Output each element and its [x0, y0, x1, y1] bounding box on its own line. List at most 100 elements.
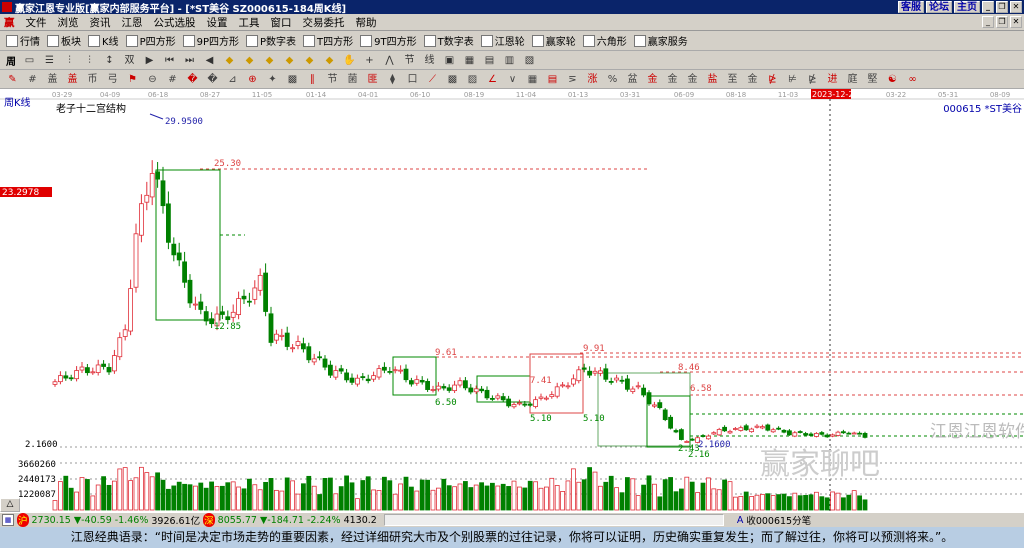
- drawing-tool-icon[interactable]: #: [26, 73, 39, 86]
- toolbar-button-5[interactable]: P数字表: [246, 33, 296, 48]
- drawing-tool-icon[interactable]: �: [206, 73, 219, 86]
- drawing-tool-icon[interactable]: ▤: [546, 73, 559, 86]
- drawing-tool-icon[interactable]: ▩: [446, 73, 459, 86]
- drawing-tool-icon[interactable]: 盖: [46, 73, 59, 86]
- drawing-tool-icon[interactable]: ⋭: [766, 73, 779, 86]
- status-scrollbar[interactable]: [383, 514, 724, 526]
- drawing-tool-icon[interactable]: ⊭: [786, 73, 799, 86]
- toolbar-button-7[interactable]: 9T四方形: [360, 33, 417, 48]
- drawing-tool-icon[interactable]: 币: [86, 73, 99, 86]
- toolbar-button-11[interactable]: 六角形: [582, 33, 627, 48]
- drawing-tool-icon[interactable]: ⚑: [126, 73, 139, 86]
- drawing-tool-icon[interactable]: 口: [406, 73, 419, 86]
- toolbar-button-12[interactable]: 赢家服务: [633, 33, 688, 48]
- chart-tool-icon[interactable]: ↕: [103, 54, 116, 67]
- toolbar-button-1[interactable]: 板块: [47, 33, 81, 48]
- chart-tool-icon[interactable]: ▧: [523, 54, 536, 67]
- menu-file[interactable]: 文件: [26, 15, 47, 30]
- drawing-tool-icon[interactable]: �: [186, 73, 199, 86]
- close-button[interactable]: ✕: [1010, 1, 1022, 13]
- drawing-tool-icon[interactable]: ▩: [286, 73, 299, 86]
- drawing-tool-icon[interactable]: ▨: [466, 73, 479, 86]
- drawing-tool-icon[interactable]: ⊿: [226, 73, 239, 86]
- chart-tool-icon[interactable]: ◆: [263, 54, 276, 67]
- chart-tool-icon[interactable]: ⋀: [383, 54, 396, 67]
- drawing-tool-icon[interactable]: ⋭: [806, 73, 819, 86]
- menu-formula[interactable]: 公式选股: [154, 15, 196, 30]
- restore-button[interactable]: ❐: [996, 1, 1008, 13]
- drawing-tool-icon[interactable]: %: [606, 73, 619, 86]
- drawing-tool-icon[interactable]: 盆: [626, 73, 639, 86]
- indicator-icon[interactable]: ☯: [886, 73, 899, 86]
- tick-link[interactable]: 收000615分笔: [746, 513, 811, 527]
- drawing-tool-icon[interactable]: 进: [826, 73, 839, 86]
- home-link[interactable]: 主页: [954, 1, 980, 13]
- drawing-tool-icon[interactable]: ⧫: [386, 73, 399, 86]
- period-select[interactable]: 周: [6, 53, 16, 68]
- menu-browse[interactable]: 浏览: [58, 15, 79, 30]
- indicator-icon[interactable]: ∞: [906, 73, 919, 86]
- drawing-tool-icon[interactable]: 金: [646, 73, 659, 86]
- toolbar-button-0[interactable]: 行情: [6, 33, 40, 48]
- menu-window[interactable]: 窗口: [271, 15, 292, 30]
- drawing-tool-icon[interactable]: #: [166, 73, 179, 86]
- toolbar-button-10[interactable]: 赢家轮: [531, 33, 576, 48]
- forum-link[interactable]: 论坛: [926, 1, 952, 13]
- menu-settings[interactable]: 设置: [207, 15, 228, 30]
- drawing-tool-icon[interactable]: 庭: [846, 73, 859, 86]
- chart-tool-icon[interactable]: ▶: [143, 54, 156, 67]
- chart-tool-icon[interactable]: ⫶: [83, 54, 96, 67]
- minimize-button[interactable]: _: [982, 1, 994, 13]
- chart-tool-icon[interactable]: ◆: [283, 54, 296, 67]
- drawing-tool-icon[interactable]: 至: [726, 73, 739, 86]
- chart-tool-icon[interactable]: ▥: [503, 54, 516, 67]
- drawing-tool-icon[interactable]: 节: [326, 73, 339, 86]
- chart-tool-icon[interactable]: ☰: [43, 54, 56, 67]
- drawing-tool-icon[interactable]: 菌: [346, 73, 359, 86]
- chart-tool-icon[interactable]: 线: [423, 54, 436, 67]
- drawing-tool-icon[interactable]: ∥: [306, 73, 319, 86]
- drawing-tool-icon[interactable]: 弓: [106, 73, 119, 86]
- menu-help[interactable]: 帮助: [356, 15, 377, 30]
- drawing-tool-icon[interactable]: 金: [666, 73, 679, 86]
- chart-tool-icon[interactable]: ⫶: [63, 54, 76, 67]
- toolbar-button-8[interactable]: T数字表: [423, 33, 474, 48]
- chart-tool-icon[interactable]: ◆: [323, 54, 336, 67]
- drawing-tool-icon[interactable]: 堅: [866, 73, 879, 86]
- calculator-icon[interactable]: ▦: [2, 514, 14, 526]
- chart-tool-icon[interactable]: ▭: [23, 54, 36, 67]
- chart-tool-icon[interactable]: +: [363, 54, 376, 67]
- mdi-minimize-button[interactable]: _: [982, 16, 994, 28]
- drawing-tool-icon[interactable]: 金: [746, 73, 759, 86]
- chart-tool-icon[interactable]: ▣: [443, 54, 456, 67]
- chart-tool-icon[interactable]: ▦: [463, 54, 476, 67]
- drawing-tool-icon[interactable]: ⊖: [146, 73, 159, 86]
- drawing-tool-icon[interactable]: ▦: [526, 73, 539, 86]
- chart-tool-icon[interactable]: 双: [123, 54, 136, 67]
- service-link[interactable]: 客服: [898, 1, 924, 13]
- chart-tool-icon[interactable]: ◆: [223, 54, 236, 67]
- chart-tool-icon[interactable]: ✋: [343, 54, 356, 67]
- drawing-tool-icon[interactable]: 匪: [366, 73, 379, 86]
- kline-chart[interactable]: 03-29 04-09 06-18 08-27 11-05 01-14 04-01 06-10…: [0, 89, 1024, 512]
- collapse-button[interactable]: △: [0, 498, 20, 512]
- toolbar-button-2[interactable]: K线: [88, 33, 119, 48]
- menu-trade[interactable]: 交易委托: [303, 15, 345, 30]
- drawing-tool-icon[interactable]: ⟋: [426, 73, 439, 86]
- drawing-tool-icon[interactable]: ⊕: [246, 73, 259, 86]
- toolbar-button-3[interactable]: P四方形: [125, 33, 176, 48]
- mdi-close-button[interactable]: ✕: [1010, 16, 1022, 28]
- chart-tool-icon[interactable]: ◆: [243, 54, 256, 67]
- chart-tool-icon[interactable]: ⏮: [163, 54, 176, 67]
- drawing-tool-icon[interactable]: 涨: [586, 73, 599, 86]
- drawing-tool-icon[interactable]: ✦: [266, 73, 279, 86]
- toolbar-button-9[interactable]: 江恩轮: [480, 33, 525, 48]
- menu-tools[interactable]: 工具: [239, 15, 260, 30]
- drawing-tool-icon[interactable]: ∨: [506, 73, 519, 86]
- chart-tool-icon[interactable]: ◀: [203, 54, 216, 67]
- menu-news[interactable]: 资讯: [90, 15, 111, 30]
- drawing-tool-icon[interactable]: 盖: [66, 73, 79, 86]
- chart-tool-icon[interactable]: ◆: [303, 54, 316, 67]
- chart-tool-icon[interactable]: ▤: [483, 54, 496, 67]
- drawing-tool-icon[interactable]: ∠: [486, 73, 499, 86]
